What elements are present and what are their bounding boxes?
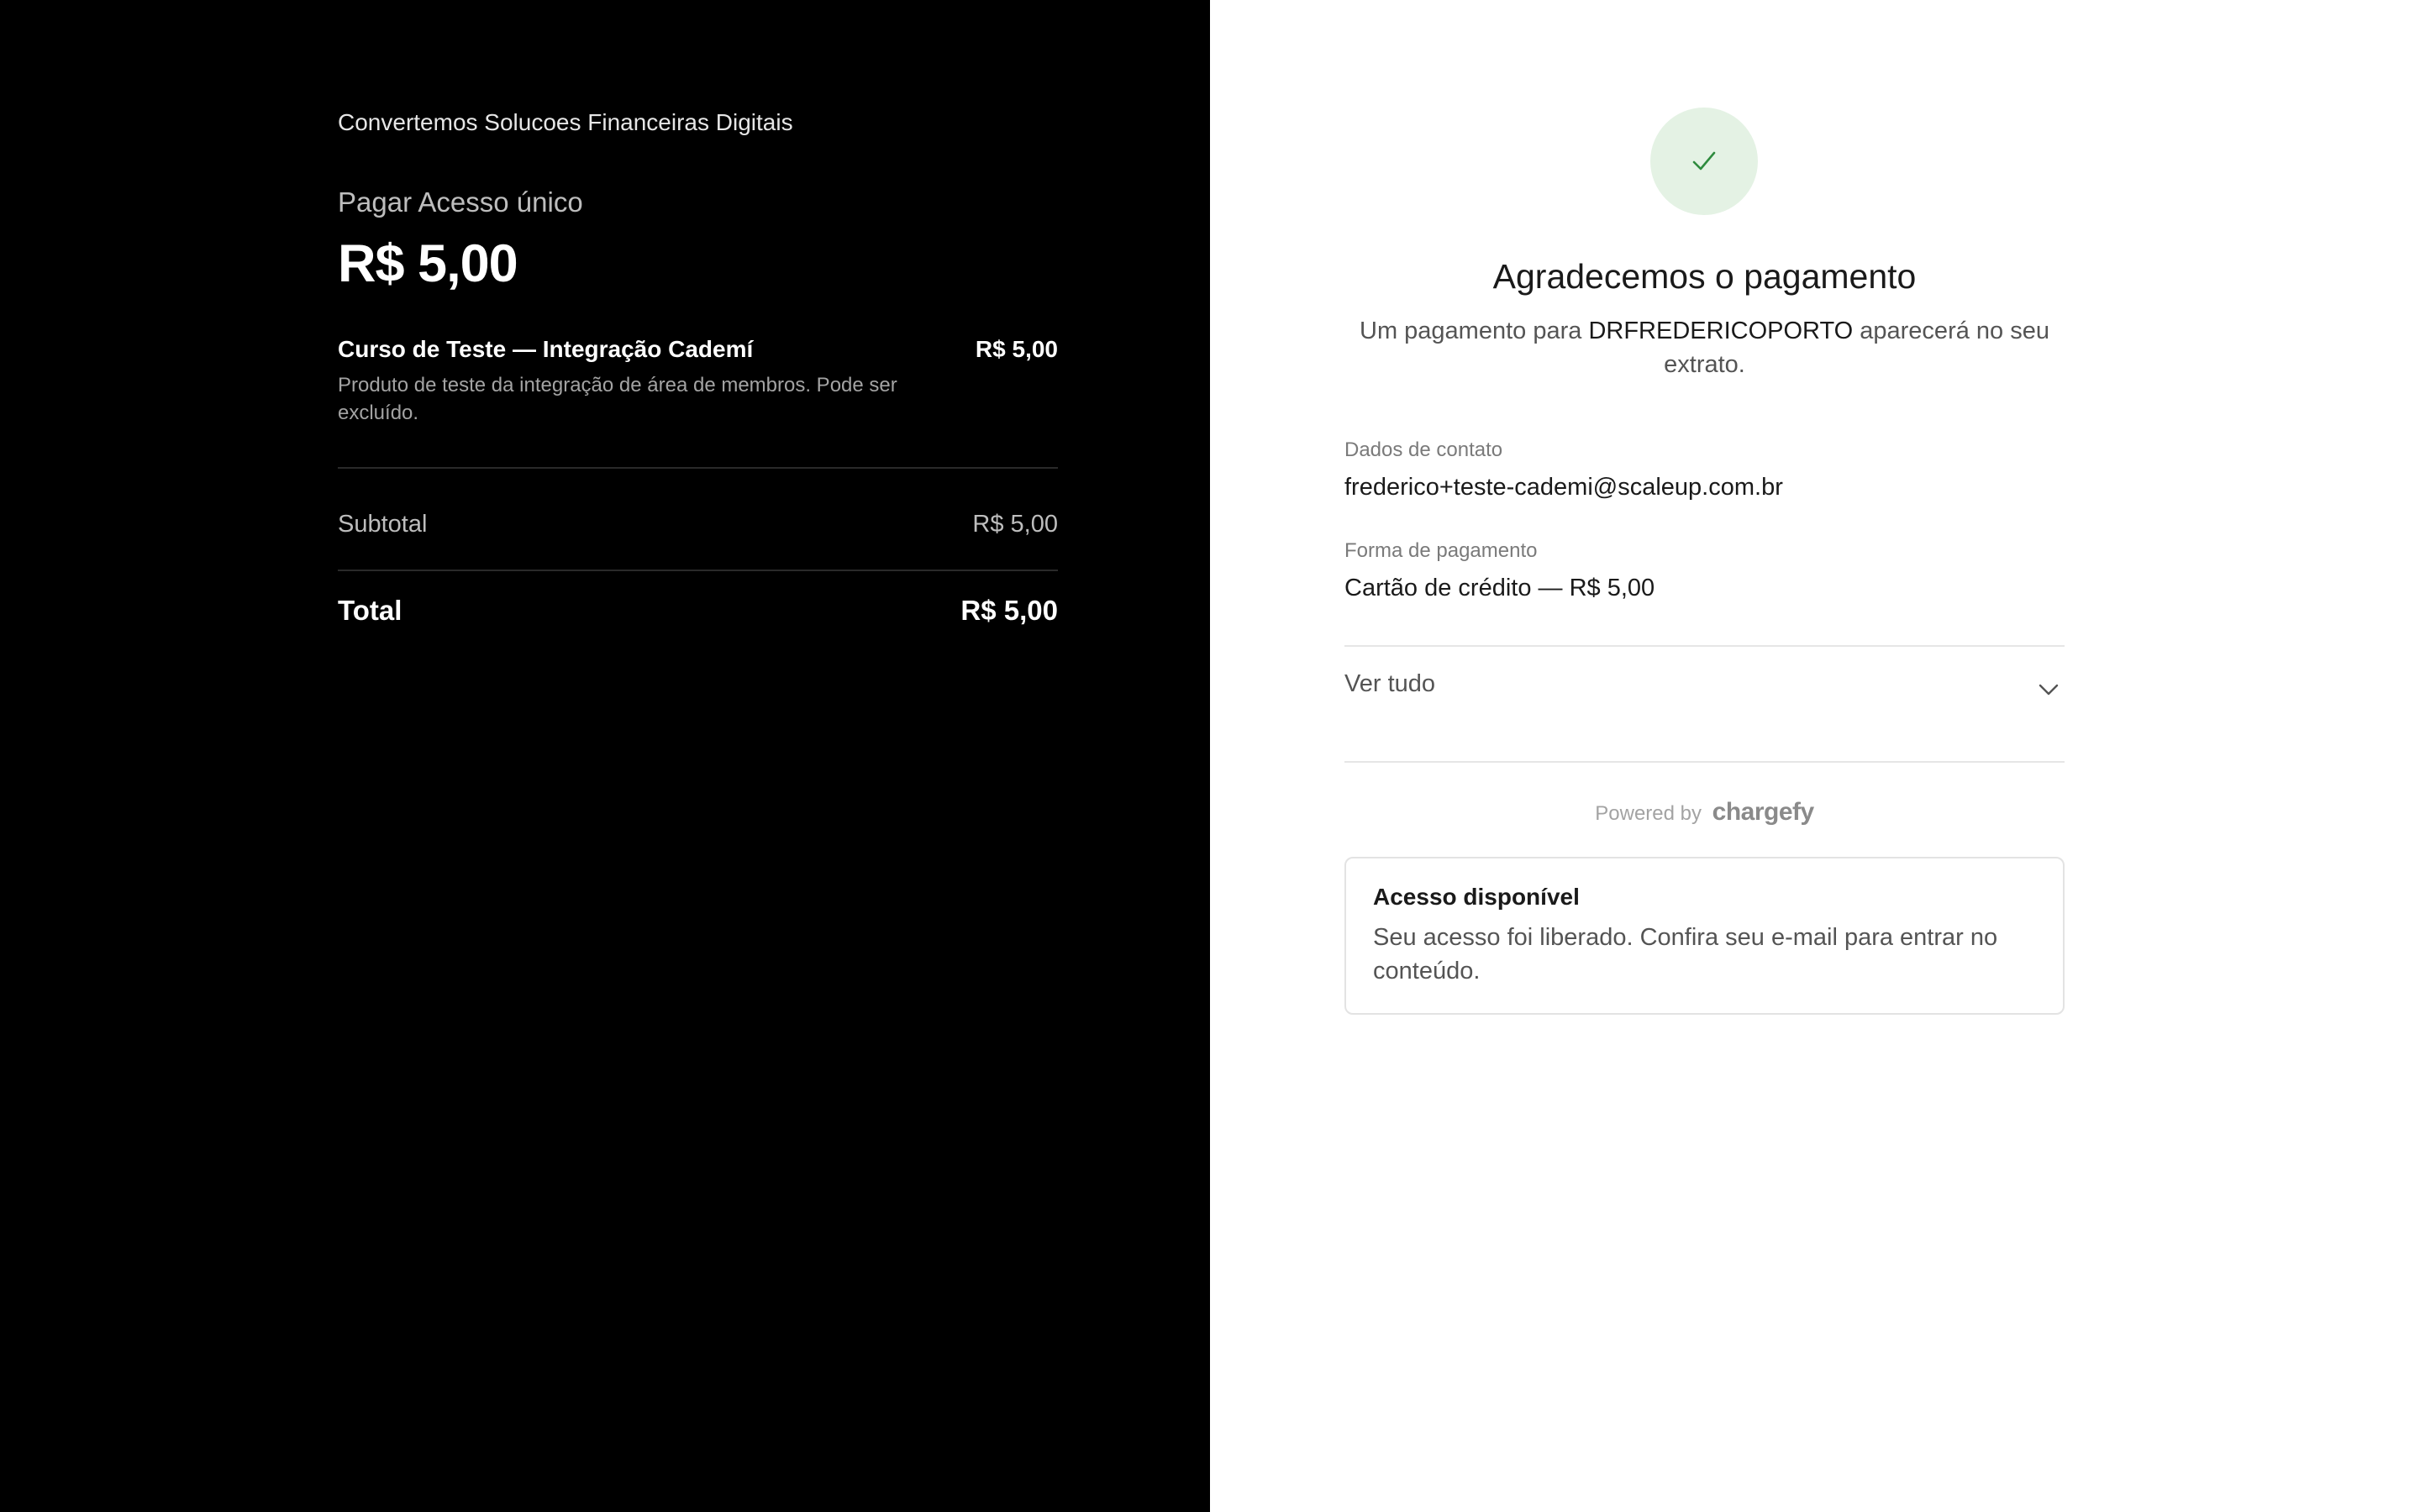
statement-notice: Um pagamento para DRFREDERICOPORTO apare… [1344, 314, 2065, 381]
divider [1344, 761, 2065, 763]
divider [1344, 645, 2065, 647]
line-item-description: Produto de teste da integração de área d… [338, 374, 897, 424]
subtotal-value: R$ 5,00 [972, 511, 1058, 538]
confirmation-panel: Agradecemos o pagamento Um pagamento par… [1210, 0, 2420, 1512]
chevron-down-icon [2039, 684, 2059, 696]
total-value: R$ 5,00 [960, 595, 1058, 626]
contact-label: Dados de contato [1344, 438, 1503, 461]
access-notice-title: Acesso disponível [1373, 884, 1580, 910]
access-notice-body: Seu acesso foi liberado. Confira seu e-m… [1373, 924, 1998, 984]
statement-notice-prefix: Um pagamento para [1360, 318, 1582, 344]
line-item-price: R$ 5,00 [975, 336, 1058, 362]
line-item-name: Curso de Teste — Integração Cademí [338, 336, 754, 362]
see-all-toggle[interactable]: Ver tudo [1344, 670, 2065, 712]
check-icon [1692, 151, 1716, 171]
powered-by: Powered by chargefy [1344, 798, 2065, 827]
subtotal-label: Subtotal [338, 511, 428, 538]
payment-method-value: Cartão de crédito — R$ 5,00 [1344, 575, 1655, 601]
plan-price: R$ 5,00 [338, 234, 518, 293]
total-label: Total [338, 595, 402, 626]
success-badge [1650, 108, 1758, 215]
line-item: Curso de Teste — Integração Cademí R$ 5,… [338, 336, 1058, 427]
divider [338, 570, 1058, 571]
merchant-name: Convertemos Solucoes Financeiras Digitai… [338, 109, 793, 135]
total-row: Total R$ 5,00 [338, 595, 1058, 627]
plan-name: Pagar Acesso único [338, 186, 583, 218]
contact-email: frederico+teste-cademi@scaleup.com.br [1344, 474, 1783, 501]
see-all-label: Ver tudo [1344, 670, 1436, 697]
subtotal-row: Subtotal R$ 5,00 [338, 511, 1058, 538]
chargefy-logo[interactable]: chargefy [1712, 798, 1815, 826]
payment-method-label: Forma de pagamento [1344, 539, 1538, 562]
access-notice-card: Acesso disponível Seu acesso foi liberad… [1344, 857, 2065, 1015]
powered-by-label: Powered by [1595, 802, 1702, 825]
divider [338, 467, 1058, 469]
statement-descriptor: DRFREDERICOPORTO [1588, 318, 1854, 344]
order-summary-panel: Convertemos Solucoes Financeiras Digitai… [0, 0, 1210, 1512]
page-title: Agradecemos o pagamento [1492, 257, 1917, 296]
